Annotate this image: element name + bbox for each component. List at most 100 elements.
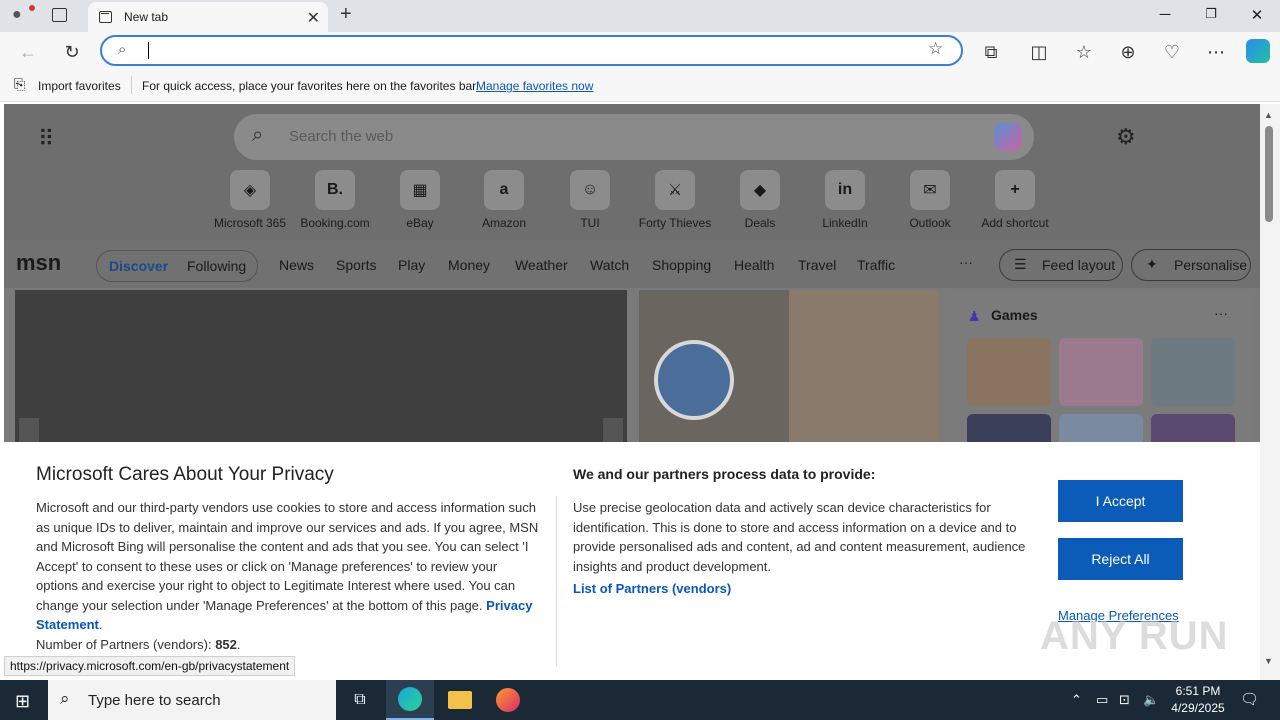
category-link[interactable]: Traffic — [857, 257, 895, 273]
shortcut-tile[interactable]: ✉ Outlook — [890, 170, 970, 230]
news-card[interactable] — [639, 290, 939, 450]
category-link[interactable]: Play — [398, 257, 425, 273]
game-tile[interactable] — [967, 338, 1051, 406]
task-view-icon[interactable]: ⧉ — [336, 680, 384, 720]
shortcut-label: TUI — [580, 216, 600, 230]
performance-icon[interactable]: ♡ — [1161, 41, 1183, 63]
sliders-icon: ☰ — [1014, 256, 1027, 272]
shortcut-icon: a — [484, 170, 524, 210]
shortcut-tile[interactable]: ▦ eBay — [380, 170, 460, 230]
split-screen-icon[interactable]: ◫ — [1028, 41, 1050, 63]
navigation-bar: ← ↻ ⌕ ☆ ⧉ ◫ ☆ ⊕ ♡ ⋯ — [0, 32, 1280, 70]
window-close-icon[interactable]: ✕ — [1242, 6, 1272, 24]
msn-logo[interactable]: msn — [16, 250, 61, 276]
extensions-icon[interactable]: ⧉ — [980, 41, 1002, 63]
restore-icon[interactable]: ❐ — [1196, 6, 1226, 22]
folder-glyph — [448, 691, 472, 709]
clock-time: 6:51 PM — [1175, 684, 1221, 698]
news-card-image-right — [789, 290, 939, 450]
category-link[interactable]: News — [279, 257, 314, 273]
games-more-icon[interactable]: ··· — [1214, 305, 1228, 321]
search-icon: ⌕ — [252, 124, 264, 146]
device-icon[interactable]: ▭ — [1096, 692, 1108, 708]
shortcut-tile[interactable]: B. Booking.com — [295, 170, 375, 230]
profile-icon[interactable]: ● — [12, 6, 22, 24]
new-tab-icon[interactable]: + — [340, 3, 352, 26]
scroll-up-icon[interactable]: ▲ — [1264, 110, 1273, 120]
category-link[interactable]: Health — [734, 257, 774, 273]
shortcut-icon: ▦ — [400, 170, 440, 210]
firefox-icon[interactable] — [484, 680, 532, 720]
category-link[interactable]: Watch — [590, 257, 629, 273]
shortcut-tile[interactable]: ☺ TUI — [550, 170, 630, 230]
tab-title: New tab — [124, 10, 169, 24]
page-settings-icon[interactable]: ⚙ — [1116, 124, 1136, 150]
start-windows-icon[interactable]: ⊞ — [15, 691, 30, 712]
shortcut-tile[interactable]: + Add shortcut — [975, 170, 1055, 230]
shortcut-tile[interactable]: a Amazon — [464, 170, 544, 230]
favorite-star-icon[interactable]: ☆ — [928, 39, 943, 59]
shortcut-tile[interactable]: ◆ Deals — [720, 170, 800, 230]
clock-date: 4/29/2025 — [1171, 701, 1225, 715]
list-of-partners-link[interactable]: List of Partners (vendors) — [573, 581, 731, 596]
refresh-icon[interactable]: ↻ — [61, 41, 83, 63]
category-link[interactable]: Money — [448, 257, 490, 273]
shortcut-tile[interactable]: ◈ Microsoft 365 — [210, 170, 290, 230]
app-launcher-icon[interactable]: ⠿ — [38, 126, 54, 152]
page-scrollbar[interactable]: ▲ ▼ — [1260, 104, 1280, 680]
category-link[interactable]: Shopping — [652, 257, 711, 273]
back-icon[interactable]: ← — [17, 41, 39, 63]
title-bar: ● New tab ✕ + ─ ❐ ✕ — [0, 0, 1280, 32]
network-icon[interactable]: ⊡ — [1119, 692, 1130, 708]
favbar-hint: For quick access, place your favorites h… — [142, 79, 479, 93]
tab-discover[interactable]: Discover — [109, 258, 168, 274]
show-hidden-icons-icon[interactable]: ⌃ — [1071, 692, 1082, 708]
accept-button[interactable]: I Accept — [1058, 480, 1183, 522]
favorites-icon[interactable]: ☆ — [1073, 41, 1095, 63]
address-bar[interactable]: ⌕ ☆ — [100, 35, 963, 66]
news-card-image — [654, 340, 734, 420]
games-widget: ♟ Games ··· — [952, 290, 1252, 482]
taskbar-search[interactable]: ⌕ Type here to search — [48, 680, 336, 720]
tab-page-icon — [99, 11, 112, 23]
shortcut-tile[interactable]: ⚔ Forty Thieves — [635, 170, 715, 230]
web-search-box[interactable]: ⌕ Search the web — [234, 114, 1034, 160]
feed-layout-button[interactable]: ☰ Feed layout — [999, 249, 1123, 281]
file-explorer-icon[interactable] — [436, 680, 484, 720]
manage-favorites-link[interactable]: Manage favorites now — [476, 79, 593, 93]
more-categories-icon[interactable]: ··· — [959, 254, 973, 270]
reject-all-button[interactable]: Reject All — [1058, 538, 1183, 580]
game-tile[interactable] — [1059, 338, 1143, 406]
hero-news-card[interactable] — [15, 290, 627, 450]
copilot-icon[interactable] — [1246, 39, 1270, 63]
game-tile[interactable] — [1151, 338, 1235, 406]
shortcut-label: Outlook — [909, 216, 951, 230]
scroll-thumb[interactable] — [1265, 126, 1273, 222]
category-link[interactable]: Sports — [336, 257, 376, 273]
tab-close-icon[interactable]: ✕ — [307, 8, 320, 28]
settings-more-icon[interactable]: ⋯ — [1205, 41, 1227, 63]
scroll-down-icon[interactable]: ▼ — [1264, 656, 1273, 666]
edge-taskbar-icon[interactable] — [386, 680, 434, 720]
shortcut-tile[interactable]: in LinkedIn — [805, 170, 885, 230]
address-input[interactable] — [146, 41, 906, 61]
import-icon: ⎘ — [14, 76, 26, 92]
shortcut-label: Microsoft 365 — [213, 216, 287, 230]
personalise-button[interactable]: ✦ Personalise — [1131, 249, 1251, 281]
data-processing-body: Use precise geolocation data and activel… — [573, 500, 1026, 574]
volume-icon[interactable]: 🔈 — [1143, 692, 1159, 708]
tab-actions-icon[interactable] — [52, 8, 67, 22]
collections-icon[interactable]: ⊕ — [1117, 41, 1139, 63]
tab-following[interactable]: Following — [187, 258, 246, 274]
category-link[interactable]: Travel — [798, 257, 836, 273]
tab-new-tab[interactable]: New tab ✕ — [88, 2, 328, 32]
personalise-icon: ✦ — [1146, 256, 1158, 272]
system-clock[interactable]: 6:51 PM 4/29/2025 — [1168, 683, 1228, 717]
import-favorites-button[interactable]: Import favorites — [38, 79, 121, 93]
search-icon: ⌕ — [118, 41, 127, 58]
category-link[interactable]: Weather — [515, 257, 568, 273]
copilot-icon[interactable] — [994, 123, 1022, 151]
shortcut-icon: in — [825, 170, 865, 210]
minimize-icon[interactable]: ─ — [1150, 6, 1180, 23]
notifications-icon[interactable]: 🗨 — [1240, 690, 1259, 708]
